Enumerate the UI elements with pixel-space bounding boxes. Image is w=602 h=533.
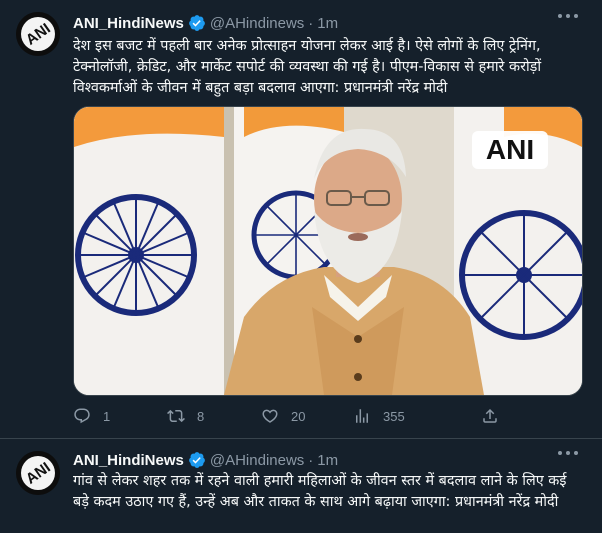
like-icon [262,409,278,423]
tweet-header: ANI_HindiNews @AHindinews · 1m [73,13,338,33]
tweet[interactable]: ANI ANI_HindiNews @AHindinews · 1m देश इ… [0,0,602,438]
tweet-text: देश इस बजट में पहली बार अनेक प्रोत्साहन … [73,38,542,96]
tweet-media[interactable]: ANI [73,106,583,396]
tweet-actions: 1 8 20 355 [73,404,513,428]
share-icon [483,408,497,423]
reply-button[interactable]: 1 [73,404,110,428]
separator-dot: · [308,14,314,32]
more-icon[interactable] [558,14,580,22]
share-button[interactable] [481,404,511,428]
timestamp[interactable]: 1m [317,452,338,469]
user-handle[interactable]: @AHindinews [210,452,304,469]
avatar[interactable]: ANI [16,12,60,56]
display-name[interactable]: ANI_HindiNews [73,15,184,32]
timestamp[interactable]: 1m [317,15,338,32]
tweet-header: ANI_HindiNews @AHindinews · 1m [73,450,338,470]
more-icon[interactable] [558,451,580,459]
view-count: 355 [383,408,405,424]
like-button[interactable]: 20 [261,404,305,428]
tweet[interactable]: ANI ANI_HindiNews @AHindinews · 1m गांव … [0,439,602,533]
retweet-icon [167,409,185,423]
verified-badge-icon [188,14,206,32]
like-count: 20 [291,408,306,424]
ani-logo-icon: ANI [16,451,60,495]
reply-icon [74,408,90,424]
ani-logo-icon: ANI [16,12,60,56]
verified-badge-icon [188,451,206,469]
tweet-text: गांव से लेकर शहर तक में रहने वाली हमारी … [73,473,567,510]
user-handle[interactable]: @AHindinews [210,15,304,32]
display-name[interactable]: ANI_HindiNews [73,452,184,469]
ani-watermark: ANI [486,134,534,165]
views-button[interactable]: 355 [353,404,405,428]
retweet-button[interactable]: 8 [167,404,204,428]
reply-count: 1 [103,408,111,424]
avatar[interactable]: ANI [16,451,60,495]
media-image: ANI [74,107,582,395]
retweet-count: 8 [197,408,205,424]
views-icon [356,409,368,423]
separator-dot: · [308,451,314,469]
